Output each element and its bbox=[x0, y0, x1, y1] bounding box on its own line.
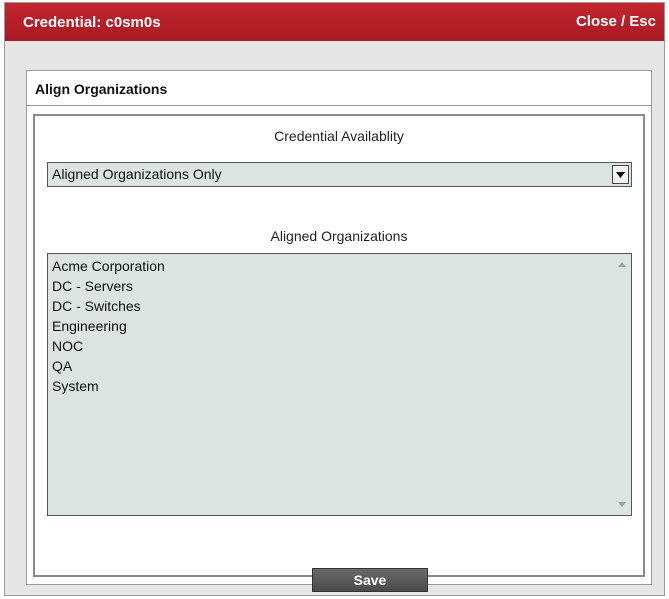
list-item[interactable]: DC - Servers bbox=[52, 276, 631, 296]
list-item[interactable]: Acme Corporation bbox=[52, 256, 631, 276]
aligned-organizations-label: Aligned Organizations bbox=[270, 228, 408, 244]
list-item[interactable]: Engineering bbox=[52, 316, 631, 336]
chevron-down-icon bbox=[616, 172, 625, 178]
list-scrollbar[interactable] bbox=[613, 254, 631, 515]
credential-availability-label: Credential Availablity bbox=[274, 128, 404, 144]
close-button[interactable]: Close / Esc bbox=[576, 13, 656, 30]
dialog-title: Credential: c0sm0s bbox=[23, 14, 161, 31]
list-item[interactable]: QA bbox=[52, 356, 631, 376]
credential-dialog: Credential: c0sm0s Close / Esc Align Org… bbox=[4, 2, 665, 596]
dropdown-button[interactable] bbox=[612, 165, 629, 184]
scroll-up-icon[interactable] bbox=[618, 262, 626, 267]
save-button[interactable]: Save bbox=[312, 568, 428, 592]
credential-availability-select[interactable]: Aligned Organizations Only bbox=[47, 162, 632, 187]
list-item[interactable]: DC - Switches bbox=[52, 296, 631, 316]
panel-title: Align Organizations bbox=[35, 81, 168, 97]
list-item[interactable]: NOC bbox=[52, 336, 631, 356]
scroll-down-icon[interactable] bbox=[618, 502, 626, 507]
panel-header: Align Organizations bbox=[27, 71, 651, 106]
list-item[interactable]: System bbox=[52, 376, 631, 396]
credential-availability-value: Aligned Organizations Only bbox=[52, 166, 222, 182]
align-organizations-panel: Align Organizations Credential Availabli… bbox=[26, 70, 652, 592]
dialog-titlebar: Credential: c0sm0s Close / Esc bbox=[5, 3, 664, 41]
aligned-organizations-list[interactable]: Acme Corporation DC - Servers DC - Switc… bbox=[47, 253, 632, 516]
panel-content: Credential Availablity Aligned Organizat… bbox=[33, 114, 645, 592]
